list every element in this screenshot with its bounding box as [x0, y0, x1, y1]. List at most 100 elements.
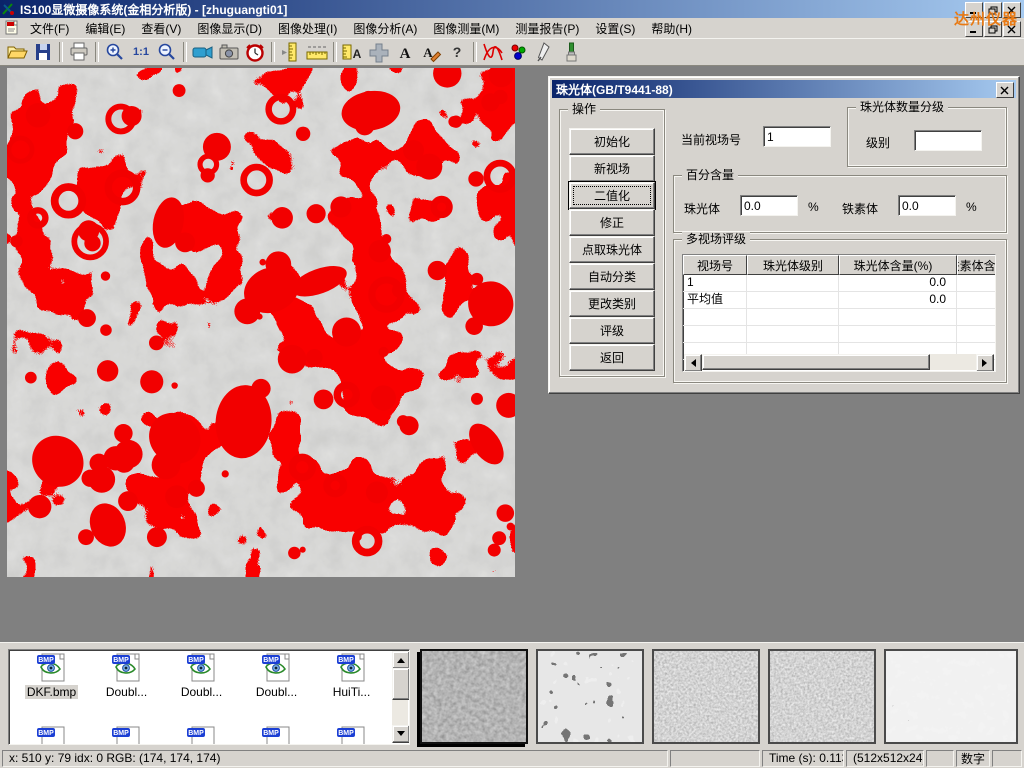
- ruler-button[interactable]: [304, 40, 330, 64]
- annotate-button[interactable]: A: [418, 40, 444, 64]
- scroll-down-button[interactable]: [392, 725, 410, 743]
- bottom-panel: BMP DKF.bmp BMP Doubl... BMP Doubl... BM…: [0, 642, 1024, 748]
- file-item[interactable]: BMP: [165, 726, 238, 745]
- text-button[interactable]: A: [392, 40, 418, 64]
- grid-button[interactable]: [366, 40, 392, 64]
- brush-button[interactable]: [558, 40, 584, 64]
- scroll-thumb[interactable]: [702, 354, 930, 370]
- menu-settings[interactable]: 设置(S): [587, 18, 643, 39]
- scroll-thumb[interactable]: [392, 668, 410, 700]
- file-item[interactable]: BMP: [315, 726, 388, 745]
- grade-button[interactable]: 评级: [569, 317, 655, 344]
- table-row[interactable]: [683, 326, 995, 343]
- flake-micrograph-thumbnail[interactable]: [884, 649, 1018, 744]
- file-item[interactable]: BMP DKF.bmp: [15, 653, 88, 699]
- file-item[interactable]: BMP HuiTi...: [315, 653, 388, 699]
- bmp-file-icon: BMP: [335, 726, 369, 745]
- up-arrow-icon: [397, 654, 405, 663]
- file-name[interactable]: Doubl...: [179, 685, 224, 699]
- pick-pearlite-button[interactable]: 点取珠光体: [569, 236, 655, 263]
- initialize-button[interactable]: 初始化: [569, 128, 655, 155]
- change-class-button[interactable]: 更改类别: [569, 290, 655, 317]
- scroll-up-button[interactable]: [392, 651, 410, 669]
- bmp-file-icon: BMP: [185, 653, 219, 683]
- menu-image-display[interactable]: 图像显示(D): [189, 18, 270, 39]
- menu-image-processing[interactable]: 图像处理(I): [270, 18, 345, 39]
- file-name[interactable]: Doubl...: [104, 685, 149, 699]
- pen-button[interactable]: [532, 40, 558, 64]
- zoom-in-button[interactable]: [102, 40, 128, 64]
- menu-view[interactable]: 查看(V): [133, 18, 189, 39]
- measure-label-button[interactable]: A: [340, 40, 366, 64]
- caliper-button[interactable]: [278, 40, 304, 64]
- return-button[interactable]: 返回: [569, 344, 655, 371]
- micrograph-image[interactable]: [7, 68, 515, 577]
- zoom-out-button[interactable]: [154, 40, 180, 64]
- grade-level-input[interactable]: [914, 130, 982, 151]
- open-button[interactable]: [4, 40, 30, 64]
- scroll-right-button[interactable]: [976, 354, 994, 372]
- menu-measure-report[interactable]: 测量报告(P): [507, 18, 587, 39]
- file-browser[interactable]: BMP DKF.bmp BMP Doubl... BMP Doubl... BM…: [8, 649, 410, 745]
- capture-button[interactable]: [216, 40, 242, 64]
- new-field-button[interactable]: 新视场: [569, 155, 655, 182]
- actual-size-button[interactable]: 1:1: [128, 40, 154, 64]
- dialog-close-button[interactable]: [996, 82, 1014, 98]
- rating-table[interactable]: 视场号 珠光体级别 珠光体含量(%) 铁素体含量(%) 1 0.0 平均值 0.…: [682, 254, 996, 372]
- svg-text:BMP: BMP: [113, 730, 129, 737]
- cell: [957, 275, 996, 291]
- binarize-button[interactable]: 二值化: [569, 182, 655, 209]
- zoom-in-icon: [103, 41, 127, 63]
- table-row[interactable]: [683, 309, 995, 326]
- menu-help[interactable]: 帮助(H): [643, 18, 700, 39]
- toolbar-separator: [271, 42, 275, 62]
- menu-image-analysis[interactable]: 图像分析(A): [345, 18, 425, 39]
- menu-edit[interactable]: 编辑(E): [77, 18, 133, 39]
- coarse-micrograph-thumbnail[interactable]: [536, 649, 644, 744]
- status-empty-panel: [926, 750, 954, 767]
- file-item[interactable]: BMP: [240, 726, 313, 745]
- grading-group-label: 珠光体数量分级: [856, 100, 948, 114]
- table-h-scrollbar[interactable]: [684, 354, 994, 370]
- cell: [747, 292, 839, 308]
- file-name[interactable]: Doubl...: [254, 685, 299, 699]
- file-item[interactable]: BMP Doubl...: [90, 653, 163, 699]
- timer-button[interactable]: [242, 40, 268, 64]
- live-video-button[interactable]: [190, 40, 216, 64]
- ferrite-percent-input[interactable]: [898, 195, 956, 216]
- file-item[interactable]: BMP Doubl...: [240, 653, 313, 699]
- file-name[interactable]: HuiTi...: [331, 685, 373, 699]
- scroll-left-button[interactable]: [684, 354, 702, 372]
- table-row[interactable]: 1 0.0: [683, 275, 995, 292]
- fine-micrograph-thumbnail-2[interactable]: [768, 649, 876, 744]
- save-button[interactable]: [30, 40, 56, 64]
- menu-image-measure[interactable]: 图像测量(M): [425, 18, 507, 39]
- help-button[interactable]: ?: [444, 40, 470, 64]
- cell: [957, 326, 996, 342]
- print-button[interactable]: [66, 40, 92, 64]
- cell: [747, 326, 839, 342]
- file-item[interactable]: BMP: [90, 726, 163, 745]
- file-v-scrollbar[interactable]: [392, 651, 408, 743]
- red-curves-icon: [481, 41, 505, 63]
- phase-count-button[interactable]: [506, 40, 532, 64]
- menu-file[interactable]: 文件(F): [22, 18, 77, 39]
- caliper-icon: [279, 41, 303, 63]
- svg-text:BMP: BMP: [263, 657, 279, 664]
- file-item[interactable]: BMP: [15, 726, 88, 745]
- current-field-input[interactable]: [763, 126, 831, 147]
- fine-micrograph-thumbnail-1[interactable]: [652, 649, 760, 744]
- header-field-no: 视场号: [683, 255, 747, 275]
- pearlite-percent-input[interactable]: [740, 195, 798, 216]
- table-row[interactable]: 平均值 0.0: [683, 292, 995, 309]
- grid-cross-icon: [367, 41, 391, 63]
- calibration-curve-button[interactable]: [480, 40, 506, 64]
- correct-button[interactable]: 修正: [569, 209, 655, 236]
- auto-classify-button[interactable]: 自动分类: [569, 263, 655, 290]
- svg-text:BMP: BMP: [188, 657, 204, 664]
- file-item[interactable]: BMP Doubl...: [165, 653, 238, 699]
- dialog-title-bar[interactable]: 珠光体(GB/T9441-88): [552, 80, 1016, 98]
- file-name[interactable]: DKF.bmp: [25, 685, 78, 699]
- document-icon: [4, 20, 22, 36]
- dark-micrograph-thumbnail[interactable]: [420, 649, 528, 744]
